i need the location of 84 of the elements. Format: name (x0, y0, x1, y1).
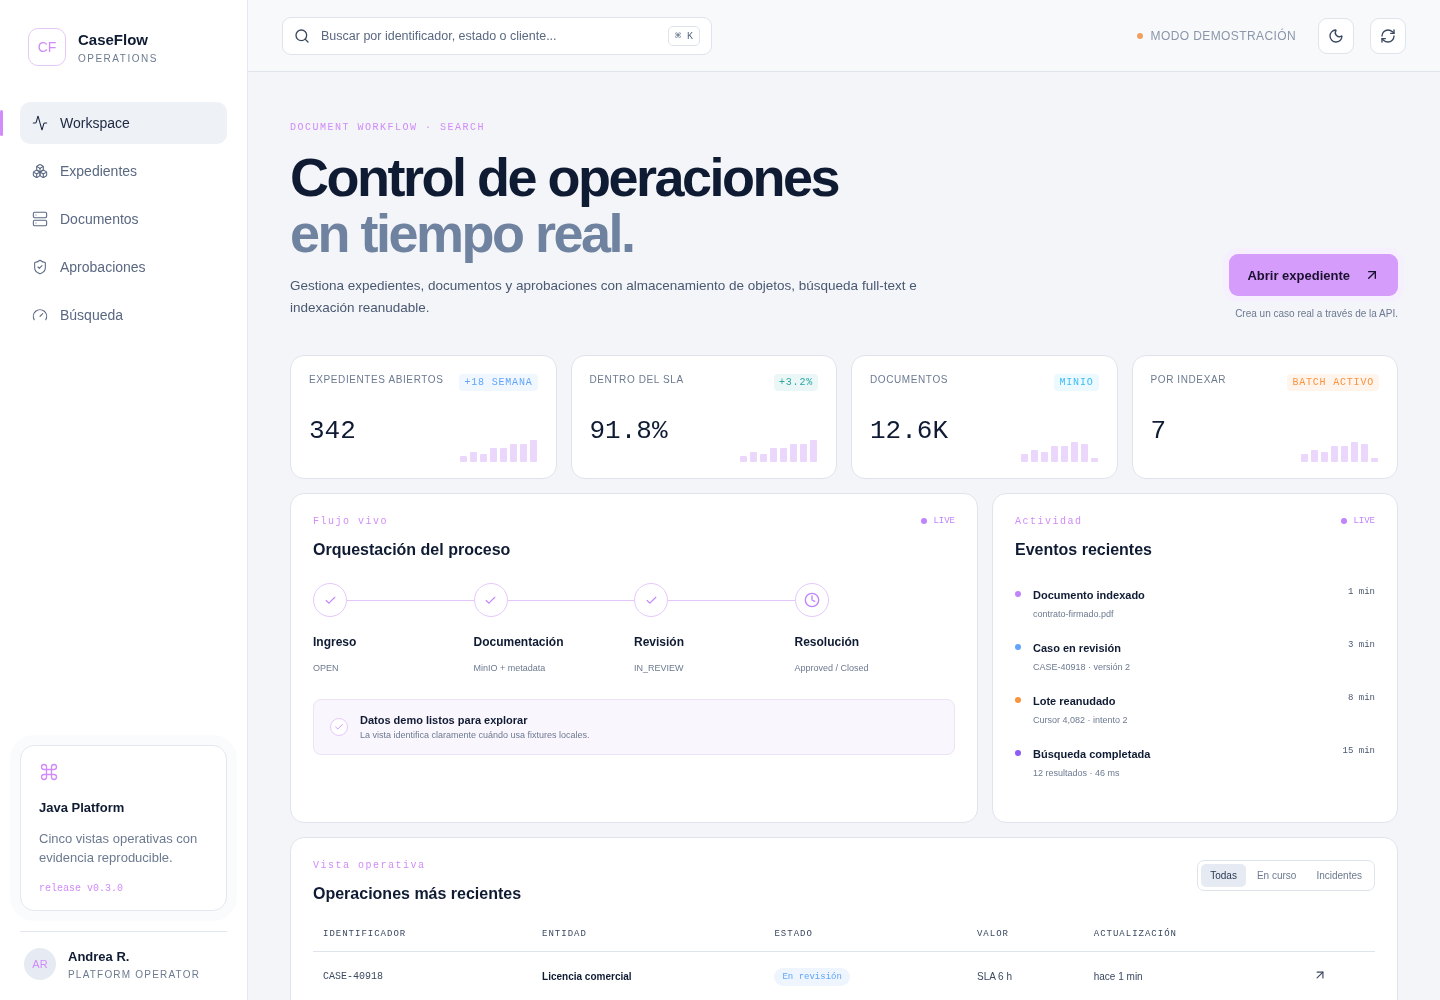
event-title: Lote reanudado (1033, 695, 1117, 707)
check-circle-icon (330, 718, 348, 736)
filter-tab[interactable]: Incidentes (1307, 864, 1371, 887)
stage-name: Ingreso (313, 635, 358, 649)
stage-detail: MinIO + metadata (473, 663, 547, 673)
command-icon (39, 762, 59, 782)
panel-eyebrow: Actividad (1015, 516, 1083, 527)
column-header: VALOR (966, 917, 1084, 952)
stat-value: 91.8% (589, 416, 668, 446)
live-label: LIVE (1353, 516, 1375, 526)
stat-badge: +3.2% (774, 374, 818, 391)
live-dot (921, 518, 928, 524)
filter-tab[interactable]: En curso (1247, 864, 1306, 887)
stage-name: Documentación (473, 635, 565, 649)
stat-badge: BATCH ACTIVO (1287, 374, 1379, 391)
panel-eyebrow: Vista operativa (313, 860, 427, 871)
stat-label: DOCUMENTOS (870, 374, 949, 385)
stat-value: 7 (1150, 416, 1167, 446)
column-header: ENTIDAD (532, 917, 765, 952)
event-time: 1 min (1348, 587, 1375, 597)
stat-label: EXPEDIENTES ABIERTOS (309, 374, 444, 385)
event-title: Documento indexado (1033, 589, 1145, 601)
stage-name: Resolución (794, 635, 861, 649)
table-cell: Licencia comercial (532, 951, 765, 1000)
panel-title: Operaciones más recientes (313, 885, 522, 903)
stat-badge: MINIO (1054, 374, 1099, 391)
event-detail: CASE-40918 · versión 2 (1033, 662, 1131, 672)
brand-subtitle: OPERATIONS (78, 52, 158, 64)
promo-title: Java Platform (39, 800, 126, 815)
user-name: Andrea R. (68, 948, 131, 964)
notice-text: La vista identifica claramente cuándo usa fixtures locales. (360, 730, 590, 740)
headline: Control de operaciones (290, 149, 840, 205)
table-cell: CASE-40918 (313, 951, 533, 1000)
event-title: Caso en revisión (1033, 642, 1123, 654)
avatar: AR (24, 948, 56, 980)
table-cell: hace 1 min (1083, 951, 1303, 1000)
column-header: ESTADO (764, 917, 967, 952)
panel-eyebrow: Flujo vivo (313, 516, 388, 527)
mode-label: MODO DEMOSTRACIÓN (1150, 28, 1296, 43)
brand-name: CaseFlow (78, 30, 150, 48)
status-badge: En revisión (774, 968, 850, 986)
button-note: Crea un caso real a través de la API. (1235, 308, 1398, 319)
pulse-icon (32, 115, 48, 131)
stat-value: 12.6K (870, 416, 948, 446)
stage-detail: Approved / Closed (794, 663, 870, 673)
event-time: 3 min (1348, 640, 1375, 650)
eyebrow-label: DOCUMENT WORKFLOW · SEARCH (290, 122, 487, 133)
event-time: 15 min (1342, 746, 1375, 756)
logo: CF (28, 28, 66, 66)
stat-value: 342 (309, 416, 356, 446)
user-role: PLATFORM OPERATOR (68, 968, 201, 980)
event-detail: contrato-firmado.pdf (1033, 609, 1115, 619)
live-label: LIVE (933, 516, 955, 526)
filter-tab[interactable]: Todas (1201, 864, 1246, 887)
refresh-button[interactable] (1370, 17, 1406, 54)
table-cell: SLA 6 h (966, 951, 1084, 1000)
theme-toggle-button[interactable] (1318, 17, 1354, 54)
column-header: IDENTIFICADOR (313, 917, 533, 952)
stat-badge: +18 SEMANA (459, 374, 538, 391)
stage-name: Revisión (634, 635, 685, 649)
promo-text: Cinco vistas operativas con evidencia reproducible. (39, 830, 199, 867)
hero-description: Gestiona expedientes, documentos y aprobaciones con almacenamiento de objetos, búsqueda full-text e indexación reanudable. (290, 277, 918, 317)
event-detail: 12 resultados · 46 ms (1033, 768, 1121, 778)
column-header: ACTUALIZACIÓN (1083, 917, 1303, 952)
notice-title: Datos demo listos para explorar (360, 714, 529, 726)
event-detail: Cursor 4,082 · intento 2 (1033, 715, 1128, 725)
live-dot (1341, 518, 1348, 524)
moon-icon (1328, 27, 1344, 44)
release-label: release v0.3.0 (39, 883, 124, 894)
refresh-icon (1380, 27, 1396, 44)
stat-label: DENTRO DEL SLA (589, 374, 684, 385)
shield-check-icon (32, 259, 48, 275)
search-icon (294, 27, 310, 44)
panel-title: Eventos recientes (1015, 541, 1153, 559)
stage-detail: IN_REVIEW (634, 663, 685, 673)
cubes-icon (32, 163, 48, 179)
stat-label: POR INDEXAR (1150, 374, 1226, 385)
gauge-icon (32, 307, 48, 323)
shortcut-key: ⌘ K (667, 25, 700, 46)
server-icon (32, 211, 48, 227)
event-time: 8 min (1348, 693, 1375, 703)
event-title: Búsqueda completada (1033, 748, 1151, 760)
panel-title: Orquestación del proceso (313, 541, 512, 559)
stage-detail: OPEN (313, 663, 340, 673)
